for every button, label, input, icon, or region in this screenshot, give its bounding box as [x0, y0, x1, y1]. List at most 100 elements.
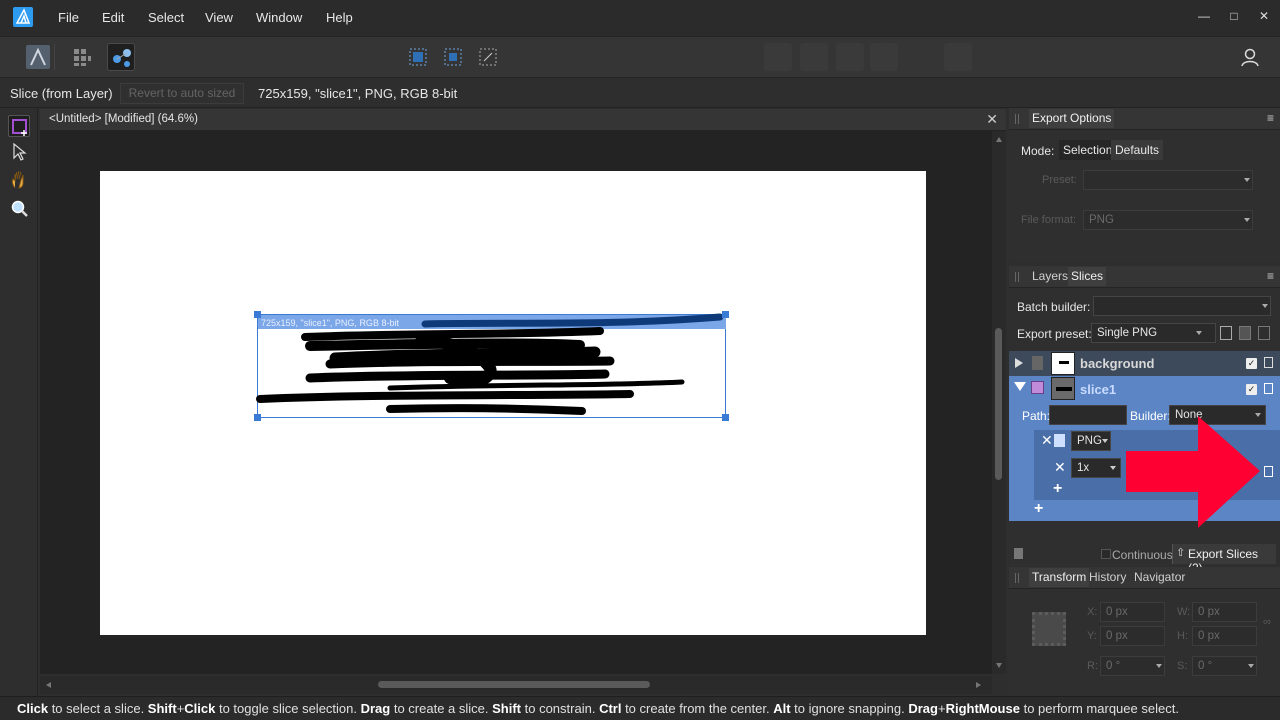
maximize-button[interactable]: □	[1226, 8, 1242, 24]
chevron-down-icon	[1196, 331, 1202, 335]
menu-file[interactable]: File	[58, 10, 79, 25]
preset-dropdown[interactable]	[1083, 170, 1253, 190]
export-single-icon[interactable]	[1264, 383, 1273, 394]
scroll-up-icon[interactable]	[996, 137, 1002, 142]
vertical-scroll-thumb[interactable]	[995, 328, 1002, 480]
arrange-forward-icon[interactable]	[836, 43, 864, 71]
layer-thumbnail	[1051, 352, 1075, 375]
mode-selection-button[interactable]: Selection	[1059, 140, 1117, 160]
add-preset-icon[interactable]	[1258, 326, 1270, 340]
minimize-button[interactable]: —	[1196, 8, 1212, 24]
chevron-down-icon	[1244, 218, 1250, 222]
tool-name-label: Slice (from Layer)	[10, 86, 113, 101]
panel-menu-icon[interactable]: ≡	[1267, 269, 1274, 283]
transform-tabbar: Transform History Navigator	[1009, 567, 1280, 589]
slice-name[interactable]: background	[1080, 356, 1154, 371]
zoom-tool-icon[interactable]	[8, 197, 30, 219]
chevron-down-icon	[1262, 304, 1268, 308]
expand-arrow-icon[interactable]	[1015, 358, 1023, 368]
tab-transform[interactable]: Transform	[1029, 568, 1090, 587]
snapping-bounds-icon[interactable]	[439, 43, 467, 71]
transform-panel: X: 0 px Y: 0 px W: 0 px H: 0 px ∞ R: 0 °…	[1009, 589, 1280, 696]
slice-tool-icon[interactable]	[8, 115, 30, 137]
tab-history[interactable]: History	[1086, 570, 1129, 584]
export-persona-icon[interactable]	[107, 43, 135, 71]
annotation-arrow-icon	[1126, 416, 1260, 528]
arrange-back-icon[interactable]	[764, 43, 792, 71]
arrange-backward-icon[interactable]	[800, 43, 828, 71]
export-checkbox[interactable]: ✓	[1246, 384, 1257, 395]
menu-help[interactable]: Help	[326, 10, 353, 25]
file-format-label: File format:	[1021, 214, 1077, 226]
export-slices-button[interactable]: ⇧ Export Slices (2)	[1172, 544, 1276, 575]
panel-grip-icon[interactable]	[1015, 114, 1019, 124]
menu-edit[interactable]: Edit	[102, 10, 124, 25]
slice-selection-tool-icon[interactable]	[8, 141, 30, 163]
close-window-button[interactable]: ✕	[1256, 8, 1272, 24]
account-icon[interactable]	[1236, 43, 1264, 71]
hand-tool-icon[interactable]	[8, 169, 30, 191]
batch-builder-dropdown[interactable]	[1093, 296, 1271, 316]
add-scale-icon[interactable]: +	[1053, 480, 1062, 498]
add-format-icon[interactable]: +	[1034, 500, 1043, 518]
close-document-icon[interactable]: ✕	[986, 111, 998, 128]
remove-scale-icon[interactable]: ✕	[1054, 459, 1066, 476]
path-input[interactable]	[1049, 405, 1127, 425]
x-input[interactable]: 0 px	[1100, 602, 1165, 622]
horizontal-scrollbar[interactable]	[40, 676, 992, 694]
continuous-checkbox[interactable]	[1101, 549, 1111, 559]
app-logo-icon[interactable]	[13, 7, 33, 27]
snapping-grid-icon[interactable]	[404, 43, 432, 71]
chevron-down-icon	[1102, 439, 1108, 443]
y-label: Y:	[1087, 630, 1097, 642]
export-options-panel: Mode: Selection Defaults Preset: File fo…	[1009, 130, 1280, 262]
arrange-front-icon[interactable]	[870, 43, 898, 71]
export-preset-label: Export preset:	[1017, 327, 1092, 341]
export-checkbox[interactable]: ✓	[1246, 358, 1257, 369]
tab-layers[interactable]: Layers	[1029, 269, 1071, 283]
scroll-right-icon[interactable]	[976, 682, 981, 688]
slice-row-background[interactable]: background ✓	[1009, 351, 1280, 376]
file-format-dropdown[interactable]: PNG	[1083, 210, 1253, 230]
collapse-arrow-icon[interactable]	[1014, 382, 1026, 391]
slice-name[interactable]: slice1	[1080, 382, 1116, 397]
document-tab[interactable]: <Untitled> [Modified] (64.6%) ✕	[40, 109, 1006, 131]
anchor-point-icon[interactable]	[1032, 612, 1066, 646]
mode-defaults-button[interactable]: Defaults	[1111, 140, 1164, 160]
h-input[interactable]: 0 px	[1192, 626, 1257, 646]
vertical-scrollbar[interactable]	[992, 131, 1006, 674]
delete-preset-icon[interactable]	[1239, 326, 1251, 340]
trash-icon[interactable]	[1014, 548, 1023, 559]
panel-grip-icon[interactable]	[1015, 272, 1019, 282]
w-input[interactable]: 0 px	[1192, 602, 1257, 622]
snapping-transform-icon[interactable]	[474, 43, 502, 71]
panel-grip-icon[interactable]	[1015, 573, 1019, 583]
horizontal-scroll-thumb[interactable]	[378, 681, 650, 688]
scroll-left-icon[interactable]	[46, 682, 51, 688]
chevron-down-icon	[1244, 178, 1250, 182]
preset-label: Preset:	[1042, 174, 1077, 186]
tab-export-options[interactable]: Export Options	[1029, 109, 1115, 128]
export-icon: ⇧	[1176, 547, 1186, 559]
menu-select[interactable]: Select	[148, 10, 184, 25]
tab-slices[interactable]: Slices	[1068, 267, 1107, 286]
export-single-icon[interactable]	[1264, 357, 1273, 368]
lock-aspect-icon[interactable]: ∞	[1263, 616, 1271, 628]
panel-menu-icon[interactable]: ≡	[1267, 111, 1274, 125]
pixel-persona-icon[interactable]	[68, 43, 96, 71]
remove-format-icon[interactable]: ✕	[1041, 432, 1053, 449]
batch-builder-label: Batch builder:	[1017, 300, 1091, 314]
status-segment: to constrain.	[521, 701, 600, 716]
s-label: S:	[1177, 660, 1188, 672]
scroll-down-icon[interactable]	[996, 663, 1002, 668]
tab-navigator[interactable]: Navigator	[1131, 570, 1188, 584]
copy-preset-icon[interactable]	[1220, 326, 1232, 340]
status-segment: to create from the center.	[621, 701, 774, 716]
y-input[interactable]: 0 px	[1100, 626, 1165, 646]
revert-auto-size-button[interactable]: Revert to auto sized	[120, 83, 244, 104]
status-keyword: Shift	[147, 701, 177, 716]
menu-window[interactable]: Window	[256, 10, 302, 25]
menu-view[interactable]: View	[205, 10, 233, 25]
align-icon[interactable]	[944, 43, 972, 71]
designer-persona-icon[interactable]	[24, 43, 52, 71]
